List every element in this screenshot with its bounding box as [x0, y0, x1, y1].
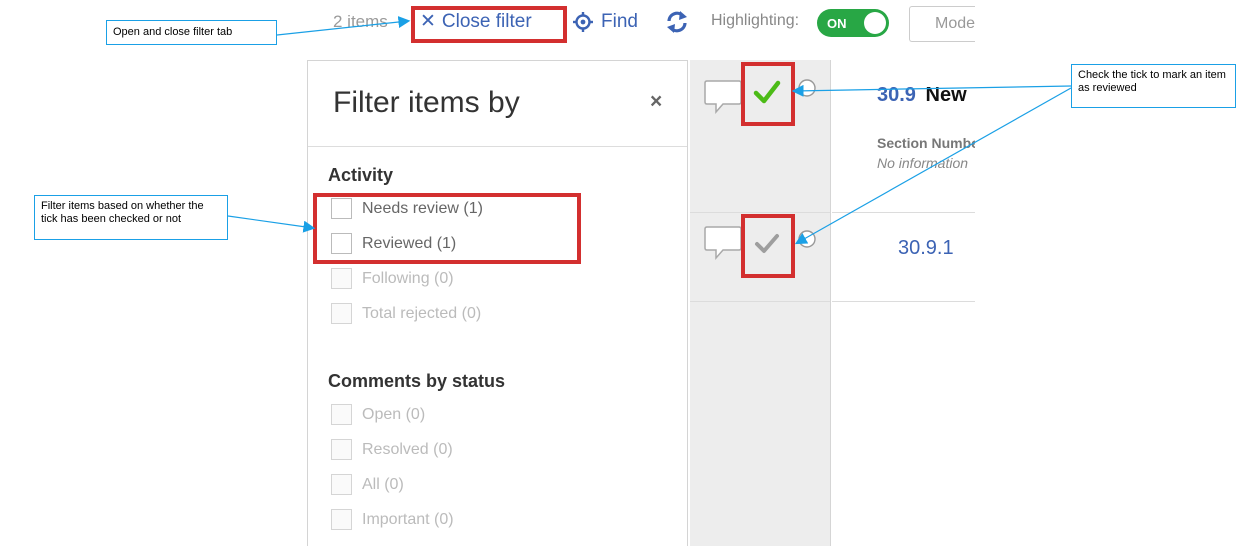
callout-tick: Check the tick to mark an item as review… [1071, 64, 1236, 108]
callout-arrows [227, 16, 1072, 245]
callout-close-filter: Open and close filter tab [106, 20, 277, 45]
callout-filter-items: Filter items based on whether the tick h… [34, 195, 228, 240]
